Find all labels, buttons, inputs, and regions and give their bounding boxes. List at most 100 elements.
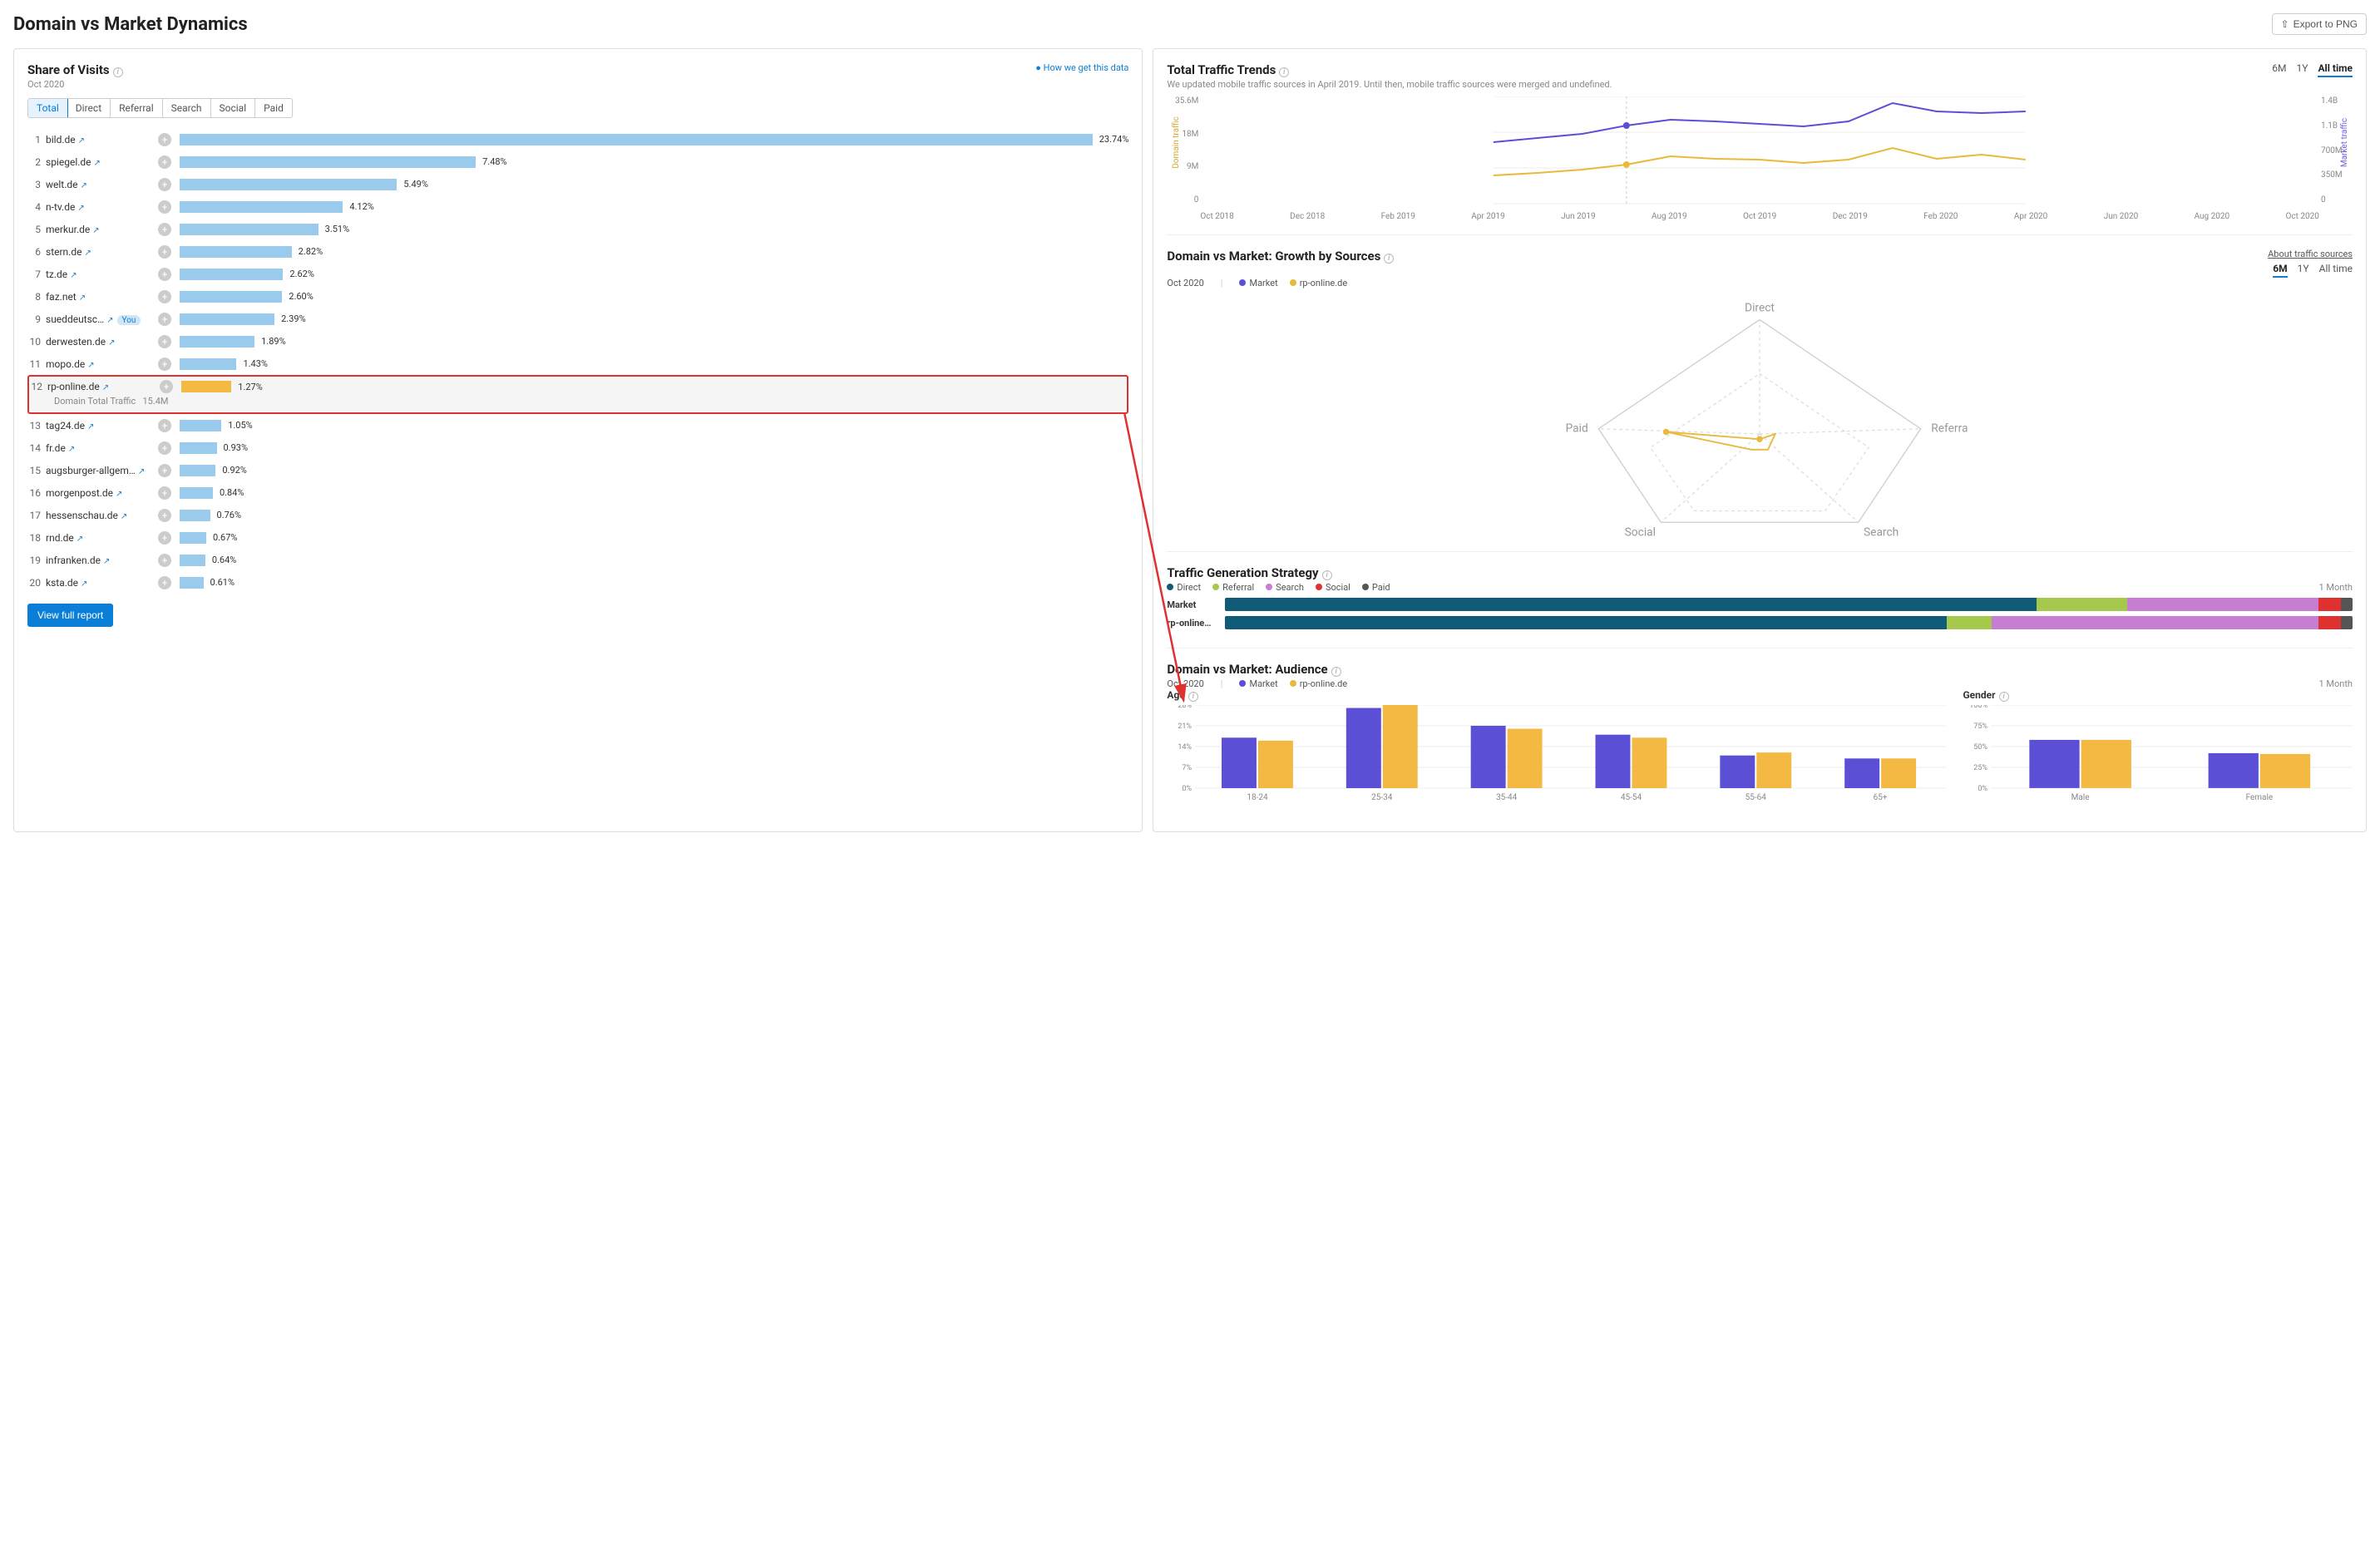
add-icon[interactable]: + [158, 576, 171, 589]
domain-name[interactable]: welt.de↗ [46, 179, 158, 190]
external-link-icon[interactable]: ↗ [77, 535, 83, 544]
domain-row[interactable]: 18 rnd.de↗ + 0.67% [27, 526, 1128, 549]
external-link-icon[interactable]: ↗ [87, 422, 94, 431]
domain-row[interactable]: 6 stern.de↗ + 2.82% [27, 240, 1128, 263]
range-6m[interactable]: 6M [2273, 263, 2287, 278]
range-alltime[interactable]: All time [2319, 263, 2353, 278]
domain-name[interactable]: stern.de↗ [46, 246, 158, 258]
domain-row[interactable]: 4 n-tv.de↗ + 4.12% [27, 195, 1128, 218]
info-icon[interactable]: i [1279, 67, 1289, 77]
domain-row[interactable]: 8 faz.net↗ + 2.60% [27, 285, 1128, 308]
tab-paid[interactable]: Paid [255, 99, 292, 117]
domain-name[interactable]: infranken.de↗ [46, 555, 158, 566]
how-we-get-data-link[interactable]: ● How we get this data [1035, 62, 1128, 73]
info-icon[interactable]: i [1999, 692, 2009, 702]
add-icon[interactable]: + [158, 357, 171, 371]
add-icon[interactable]: + [160, 380, 173, 393]
add-icon[interactable]: + [158, 290, 171, 303]
range-1y[interactable]: 1Y [2297, 62, 2308, 77]
info-icon[interactable]: i [1188, 692, 1198, 702]
external-link-icon[interactable]: ↗ [77, 204, 84, 213]
add-icon[interactable]: + [158, 268, 171, 281]
domain-name[interactable]: faz.net↗ [46, 291, 158, 303]
domain-name[interactable]: sueddeutsc…↗You [46, 313, 158, 325]
external-link-icon[interactable]: ↗ [106, 316, 113, 325]
external-link-icon[interactable]: ↗ [138, 467, 145, 476]
external-link-icon[interactable]: ↗ [68, 445, 75, 454]
export-button[interactable]: ⇧ Export to PNG [2272, 13, 2367, 35]
info-icon[interactable]: i [113, 67, 123, 77]
domain-name[interactable]: spiegel.de↗ [46, 156, 158, 168]
add-icon[interactable]: + [158, 531, 171, 545]
domain-name[interactable]: bild.de↗ [46, 134, 158, 145]
domain-name[interactable]: merkur.de↗ [46, 224, 158, 235]
domain-row[interactable]: 12 rp-online.de↗ + 1.27%Domain Total Tra… [27, 375, 1128, 414]
tab-search[interactable]: Search [163, 99, 211, 117]
tab-direct[interactable]: Direct [67, 99, 111, 117]
add-icon[interactable]: + [158, 178, 171, 191]
external-link-icon[interactable]: ↗ [92, 226, 99, 235]
external-link-icon[interactable]: ↗ [81, 579, 87, 589]
domain-name[interactable]: hessenschau.de↗ [46, 510, 158, 521]
add-icon[interactable]: + [158, 441, 171, 455]
add-icon[interactable]: + [158, 223, 171, 236]
domain-name[interactable]: n-tv.de↗ [46, 201, 158, 213]
domain-name[interactable]: ksta.de↗ [46, 577, 158, 589]
domain-name[interactable]: fr.de↗ [46, 442, 158, 454]
domain-row[interactable]: 17 hessenschau.de↗ + 0.76% [27, 504, 1128, 526]
domain-row[interactable]: 5 merkur.de↗ + 3.51% [27, 218, 1128, 240]
info-icon[interactable]: i [1331, 667, 1341, 677]
add-icon[interactable]: + [158, 554, 171, 567]
domain-row[interactable]: 1 bild.de↗ + 23.74% [27, 128, 1128, 150]
domain-row[interactable]: 2 spiegel.de↗ + 7.48% [27, 150, 1128, 173]
add-icon[interactable]: + [158, 133, 171, 146]
external-link-icon[interactable]: ↗ [70, 271, 77, 280]
external-link-icon[interactable]: ↗ [84, 249, 91, 258]
domain-name[interactable]: tz.de↗ [46, 269, 158, 280]
domain-row[interactable]: 19 infranken.de↗ + 0.64% [27, 549, 1128, 571]
add-icon[interactable]: + [158, 419, 171, 432]
domain-row[interactable]: 7 tz.de↗ + 2.62% [27, 263, 1128, 285]
domain-name[interactable]: morgenpost.de↗ [46, 487, 158, 499]
domain-row[interactable]: 11 mopo.de↗ + 1.43% [27, 353, 1128, 375]
domain-name[interactable]: augsburger-allgem…↗ [46, 465, 158, 476]
domain-name[interactable]: rnd.de↗ [46, 532, 158, 544]
domain-name[interactable]: mopo.de↗ [46, 358, 158, 370]
domain-name[interactable]: rp-online.de↗ [47, 381, 160, 392]
add-icon[interactable]: + [158, 200, 171, 214]
domain-row[interactable]: 13 tag24.de↗ + 1.05% [27, 414, 1128, 436]
tab-social[interactable]: Social [211, 99, 256, 117]
add-icon[interactable]: + [158, 464, 171, 477]
range-alltime[interactable]: All time [2318, 62, 2353, 77]
domain-row[interactable]: 3 welt.de↗ + 5.49% [27, 173, 1128, 195]
domain-row[interactable]: 14 fr.de↗ + 0.93% [27, 436, 1128, 459]
range-6m[interactable]: 6M [2272, 62, 2286, 77]
external-link-icon[interactable]: ↗ [87, 361, 94, 370]
domain-row[interactable]: 15 augsburger-allgem…↗ + 0.92% [27, 459, 1128, 481]
domain-row[interactable]: 20 ksta.de↗ + 0.61% [27, 571, 1128, 594]
tab-referral[interactable]: Referral [111, 99, 163, 117]
domain-row[interactable]: 16 morgenpost.de↗ + 0.84% [27, 481, 1128, 504]
external-link-icon[interactable]: ↗ [103, 557, 110, 566]
external-link-icon[interactable]: ↗ [121, 512, 127, 521]
external-link-icon[interactable]: ↗ [79, 293, 86, 303]
info-icon[interactable]: i [1322, 570, 1332, 580]
add-icon[interactable]: + [158, 509, 171, 522]
external-link-icon[interactable]: ↗ [102, 383, 109, 392]
external-link-icon[interactable]: ↗ [108, 338, 115, 348]
add-icon[interactable]: + [158, 155, 171, 169]
range-1y[interactable]: 1Y [2298, 263, 2309, 278]
external-link-icon[interactable]: ↗ [78, 136, 85, 145]
external-link-icon[interactable]: ↗ [116, 490, 122, 499]
about-traffic-sources-link[interactable]: About traffic sources [2268, 249, 2353, 259]
domain-row[interactable]: 9 sueddeutsc…↗You + 2.39% [27, 308, 1128, 330]
external-link-icon[interactable]: ↗ [81, 181, 87, 190]
domain-row[interactable]: 10 derwesten.de↗ + 1.89% [27, 330, 1128, 353]
add-icon[interactable]: + [158, 486, 171, 500]
tab-total[interactable]: Total [27, 98, 68, 118]
add-icon[interactable]: + [158, 245, 171, 259]
domain-name[interactable]: tag24.de↗ [46, 420, 158, 431]
domain-name[interactable]: derwesten.de↗ [46, 336, 158, 348]
add-icon[interactable]: + [158, 313, 171, 326]
info-icon[interactable]: i [1384, 254, 1394, 264]
